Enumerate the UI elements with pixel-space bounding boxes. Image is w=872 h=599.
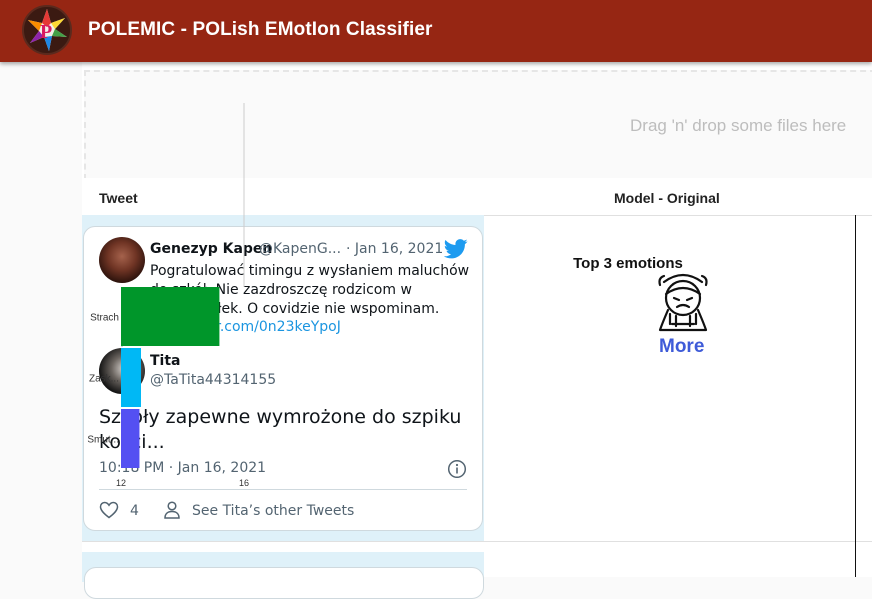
author-name[interactable]: Genezyp Kapen — [150, 241, 272, 257]
other-tweets-link[interactable]: See Tita’s other Tweets — [192, 503, 354, 519]
column-header-tweet: Tweet — [99, 190, 138, 206]
app-title: POLEMIC - POLish EMotIon Classifier — [88, 19, 433, 40]
dropzone-text: Drag 'n' drop some files here — [630, 116, 847, 135]
column-divider — [855, 215, 856, 577]
x-tick-label: 12 — [116, 478, 126, 488]
category-label: Strach — [90, 313, 119, 324]
tweet-card[interactable]: Genezyp Kapen @KapenG... · Jan 16, 2021 … — [83, 226, 483, 531]
category-label: Smut... — [87, 435, 119, 446]
info-icon[interactable] — [447, 459, 467, 479]
x-tick-label: 16 — [239, 478, 249, 488]
like-count[interactable]: 4 — [130, 503, 139, 519]
category-label: Zask... — [89, 374, 119, 385]
scared-face-icon — [658, 273, 708, 332]
app-bar: P POLEMIC - POLish EMotIon Classifier — [0, 0, 872, 62]
more-link[interactable]: More — [659, 336, 704, 358]
svg-text:P: P — [40, 21, 52, 43]
avatar[interactable] — [99, 237, 145, 283]
heart-icon[interactable] — [99, 500, 119, 520]
author-handle[interactable]: @KapenG... — [259, 241, 341, 257]
file-dropzone[interactable]: Drag 'n' drop some files here — [84, 70, 872, 180]
polemic-logo-icon[interactable]: P — [22, 5, 72, 55]
bar-0 — [121, 287, 220, 346]
tweet-card[interactable] — [84, 567, 484, 599]
tweet-text: Szkoły zapewne wymrożone do szpiku kości… — [99, 406, 462, 453]
bar-1 — [121, 348, 141, 407]
author-handle[interactable]: @TaTita44314155 — [150, 372, 276, 388]
person-icon[interactable] — [163, 500, 181, 520]
tweet-date[interactable]: · Jan 16, 2021 — [346, 241, 443, 257]
author-name[interactable]: Tita — [150, 353, 181, 369]
card-divider — [99, 489, 467, 490]
emotion-bar-chart: Top 3 emotionsStrachZask...Smut...12 16 — [87, 103, 683, 488]
bar-2 — [121, 409, 140, 468]
